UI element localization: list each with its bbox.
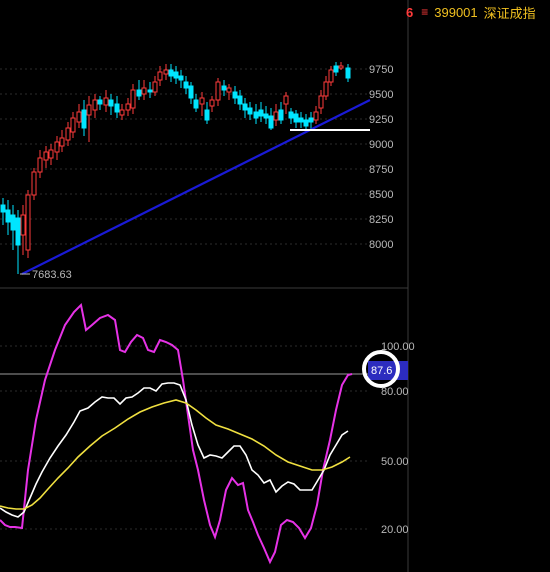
stock-chart[interactable]: 9750 9500 9250 9000 8750 8500 8250 8000 … (0, 0, 550, 572)
candle-body (136, 89, 142, 97)
candle-body (193, 99, 199, 109)
candle-body (37, 157, 43, 173)
candle-body (303, 119, 309, 127)
candle-body (328, 69, 334, 83)
candle-body (188, 85, 194, 99)
candle-body (221, 85, 227, 91)
index-number: 6 (406, 4, 414, 20)
candle-body (345, 67, 351, 79)
candle-body (293, 113, 299, 123)
candle-body (168, 69, 174, 77)
candle-body (323, 81, 329, 97)
candle-body (273, 111, 279, 121)
candle-body (163, 69, 169, 75)
candle-body (308, 117, 314, 123)
price-tick-label: 8250 (369, 214, 393, 226)
candle-body (97, 99, 103, 105)
candle-body (288, 111, 294, 119)
candle-body (338, 65, 344, 69)
candle-body (141, 87, 147, 95)
candle-body (242, 103, 248, 111)
indicator-tick-label: 50.00 (381, 456, 409, 468)
candle-body (15, 217, 21, 246)
candle-body (76, 111, 82, 123)
candle-body (237, 95, 243, 105)
candle-body (209, 99, 215, 107)
price-gridlines (0, 68, 370, 245)
candle-body (59, 137, 65, 147)
candle-body (43, 151, 49, 161)
price-tick-label: 8000 (369, 239, 393, 251)
security-title[interactable]: 6 ≡ 399001 深证成指 (406, 2, 536, 22)
menu-icon[interactable]: ≡ (421, 5, 428, 19)
price-tick-label: 9500 (369, 89, 393, 101)
candle-body (20, 214, 26, 236)
candle-body (258, 109, 264, 117)
candle-body (54, 141, 60, 153)
candle-body (204, 109, 210, 121)
candle-body (278, 109, 284, 121)
price-axis: 9750 9500 9250 9000 8750 8500 8250 8000 (369, 64, 393, 251)
candle-body (65, 127, 71, 141)
candle-body (318, 95, 324, 109)
security-code: 399001 (434, 4, 478, 20)
indicator-line-magenta (0, 302, 353, 565)
candle-body (268, 115, 274, 129)
candle-body (263, 113, 269, 119)
indicator-line-white (0, 382, 349, 518)
candle-body (226, 87, 232, 93)
candle-body (114, 103, 120, 113)
price-tick-label: 9750 (369, 64, 393, 76)
candle-body (173, 71, 179, 79)
candle-body (10, 214, 16, 231)
candle-body (298, 117, 304, 123)
price-tick-label: 9000 (369, 139, 393, 151)
indicator-tick-label: 80.00 (381, 386, 409, 398)
current-value-label: 87.6 (371, 365, 392, 377)
candle-body (119, 109, 125, 116)
security-name: 深证成指 (483, 5, 536, 21)
candle-body (178, 75, 184, 81)
candle-body (247, 107, 253, 115)
candle-body (333, 65, 339, 73)
candle-body (108, 99, 114, 107)
candle-body (86, 104, 92, 116)
candle-body (130, 89, 136, 109)
candle-body (313, 111, 319, 121)
indicator-tick-label: 20.00 (381, 524, 409, 536)
candle-body (70, 117, 76, 133)
candle-body (81, 109, 87, 129)
candle-body (31, 171, 37, 196)
candle-body (125, 103, 131, 111)
low-price-label: 7683.63 (32, 269, 72, 281)
candle-body (157, 71, 163, 81)
candle-body (183, 81, 189, 89)
price-tick-label: 9250 (369, 114, 393, 126)
candle-body (147, 89, 153, 93)
candle-body (199, 97, 205, 105)
candle-body (25, 194, 31, 251)
price-tick-label: 8750 (369, 164, 393, 176)
candle-body (215, 81, 221, 101)
candle-body (0, 204, 6, 213)
candle-body (92, 99, 98, 111)
indicator-gridlines (0, 345, 370, 530)
candle-body (48, 149, 54, 159)
candle-body (283, 95, 289, 105)
candle-body (232, 91, 238, 99)
candle-body (152, 81, 158, 93)
candle-body (5, 209, 11, 223)
candle-body (253, 111, 259, 119)
price-tick-label: 8500 (369, 189, 393, 201)
candle-body (103, 97, 109, 106)
